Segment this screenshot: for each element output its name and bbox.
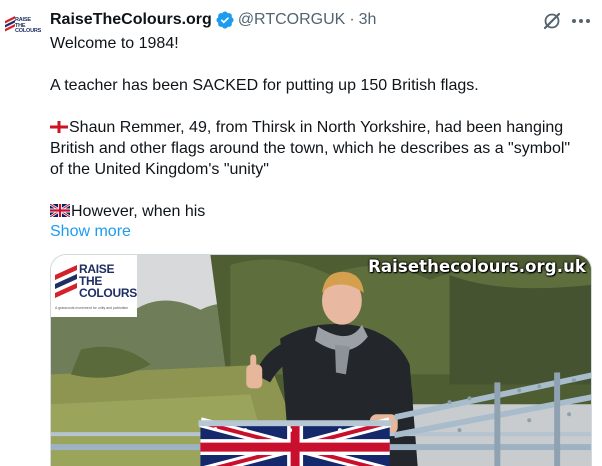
author-handle[interactable]: @RTCORGUK: [238, 11, 346, 29]
tweet-text-line: However, when his: [50, 202, 205, 222]
uk-flag-icon: [50, 204, 70, 217]
tweet-text-line: of the United Kingdom's "unity": [50, 161, 269, 178]
tweet-media-image[interactable]: RAISE THE COLOURS A grassroots movement …: [50, 254, 592, 466]
avatar[interactable]: RAISE THE COLOURS: [4, 8, 42, 44]
show-more-link[interactable]: Show more: [50, 222, 131, 242]
tweet-text-line: Welcome to 1984!: [50, 35, 179, 52]
image-watermark: Raisethecolours.org.uk: [368, 257, 586, 276]
tweet-timestamp[interactable]: 3h: [359, 11, 377, 29]
logo-text: RAISE THE COLOURS: [79, 262, 137, 300]
raise-the-colours-logo: RAISE THE COLOURS A grassroots movement …: [51, 255, 137, 317]
verified-badge-icon[interactable]: [215, 10, 235, 30]
author-display-name[interactable]: RaiseTheColours.org: [50, 11, 212, 29]
raise-the-colours-stripes-icon: [5, 16, 15, 32]
tweet-text-line: Shaun Remmer, 49, from Thirsk in North Y…: [50, 118, 563, 138]
england-flag-icon: [50, 121, 68, 133]
tweet-header: RaiseTheColours.org @RTCORGUK · 3h: [50, 8, 376, 32]
tweet-text-line: A teacher has been SACKED for putting up…: [50, 77, 479, 94]
separator-dot: ·: [349, 11, 355, 28]
logo-tagline: A grassroots movement for unity and patr…: [55, 306, 129, 310]
logo-stripes-icon: [55, 265, 77, 298]
grok-icon[interactable]: [542, 11, 562, 31]
more-options-icon[interactable]: [570, 11, 592, 31]
tweet-text-line: British and other flags around the town,…: [50, 140, 571, 157]
avatar-logo-text: RAISE THE COLOURS: [15, 17, 42, 34]
